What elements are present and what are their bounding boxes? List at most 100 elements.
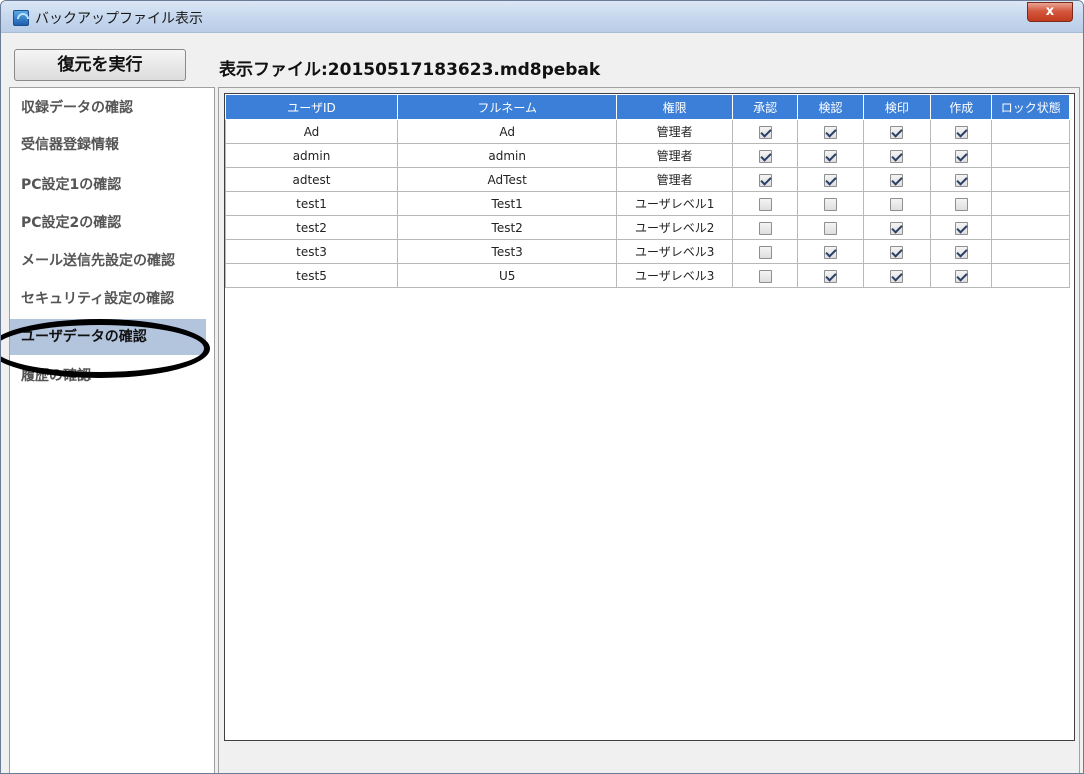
- approve-cell: [731, 215, 799, 240]
- sidebar-item-recorded-data[interactable]: 収録データの確認: [10, 90, 206, 126]
- seal-checkbox[interactable]: [890, 221, 904, 235]
- seal-checkbox[interactable]: [890, 245, 904, 259]
- cell-role: 管理者: [616, 143, 733, 168]
- seal-cell: [862, 239, 932, 264]
- sidebar: 収録データの確認 受信器登録情報 PC設定1の確認 PC設定2の確認 メール送信…: [9, 87, 215, 773]
- approve-checkbox[interactable]: [758, 197, 772, 211]
- sidebar-item-receiver-registration[interactable]: 受信器登録情報: [10, 127, 206, 163]
- column-header-approve[interactable]: 承認: [731, 94, 799, 120]
- cell-full-name: U5: [397, 263, 618, 288]
- create-cell: [930, 239, 993, 264]
- cell-user-id: test1: [224, 191, 399, 216]
- user-table: ユーザID フルネーム 権限 承認 検認 検印 作成 ロック状態 Ad Ad 管理者…: [224, 94, 1070, 288]
- cell-lock-status: [991, 119, 1070, 144]
- approve-checkbox[interactable]: [758, 149, 772, 163]
- column-header-user-id[interactable]: ユーザID: [224, 94, 399, 120]
- column-header-seal[interactable]: 検印: [862, 94, 932, 120]
- approve-checkbox[interactable]: [758, 269, 772, 283]
- sidebar-item-pc-settings-1[interactable]: PC設定1の確認: [10, 167, 206, 203]
- create-cell: [930, 215, 993, 240]
- cell-full-name: Test3: [397, 239, 618, 264]
- approve-cell: [731, 143, 799, 168]
- table-row[interactable]: admin admin 管理者: [224, 143, 1070, 168]
- column-header-create[interactable]: 作成: [930, 94, 993, 120]
- table-row[interactable]: test3 Test3 ユーザレベル3: [224, 239, 1070, 264]
- approve-cell: [731, 239, 799, 264]
- create-cell: [930, 191, 993, 216]
- verify-checkbox[interactable]: [824, 149, 838, 163]
- cell-full-name: Ad: [397, 119, 618, 144]
- sidebar-item-user-data[interactable]: ユーザデータの確認: [10, 319, 206, 355]
- column-header-full-name[interactable]: フルネーム: [397, 94, 618, 120]
- verify-cell: [797, 167, 864, 192]
- sidebar-item-mail-recipients[interactable]: メール送信先設定の確認: [10, 243, 206, 279]
- verify-cell: [797, 215, 864, 240]
- verify-checkbox[interactable]: [824, 173, 838, 187]
- create-checkbox[interactable]: [954, 221, 968, 235]
- create-checkbox[interactable]: [954, 269, 968, 283]
- create-checkbox[interactable]: [954, 197, 968, 211]
- cell-full-name: Test2: [397, 215, 618, 240]
- approve-cell: [731, 191, 799, 216]
- verify-cell: [797, 239, 864, 264]
- create-checkbox[interactable]: [954, 173, 968, 187]
- table-row[interactable]: test1 Test1 ユーザレベル1: [224, 191, 1070, 216]
- sidebar-item-history[interactable]: 履歴の確認: [10, 358, 206, 394]
- cell-lock-status: [991, 239, 1070, 264]
- table-row[interactable]: Ad Ad 管理者: [224, 119, 1070, 144]
- create-cell: [930, 143, 993, 168]
- cell-user-id: test3: [224, 239, 399, 264]
- create-checkbox[interactable]: [954, 245, 968, 259]
- cell-full-name: admin: [397, 143, 618, 168]
- cell-full-name: Test1: [397, 191, 618, 216]
- cell-lock-status: [991, 167, 1070, 192]
- window-title: バックアップファイル表示: [35, 11, 203, 27]
- cell-role: ユーザレベル3: [616, 239, 733, 264]
- table-row[interactable]: test5 U5 ユーザレベル3: [224, 263, 1070, 288]
- seal-cell: [862, 143, 932, 168]
- approve-cell: [731, 119, 799, 144]
- cell-role: ユーザレベル3: [616, 263, 733, 288]
- approve-checkbox[interactable]: [758, 245, 772, 259]
- column-header-role[interactable]: 権限: [616, 94, 733, 120]
- create-checkbox[interactable]: [954, 125, 968, 139]
- approve-cell: [731, 167, 799, 192]
- app-icon: [13, 10, 29, 26]
- create-checkbox[interactable]: [954, 149, 968, 163]
- seal-checkbox[interactable]: [890, 269, 904, 283]
- cell-role: 管理者: [616, 119, 733, 144]
- seal-checkbox[interactable]: [890, 197, 904, 211]
- verify-checkbox[interactable]: [824, 221, 838, 235]
- verify-checkbox[interactable]: [824, 125, 838, 139]
- approve-checkbox[interactable]: [758, 173, 772, 187]
- backup-viewer-window: バックアップファイル表示 x 復元を実行 表示ファイル:201505171836…: [0, 0, 1084, 774]
- sidebar-item-security-settings[interactable]: セキュリティ設定の確認: [10, 281, 206, 317]
- seal-checkbox[interactable]: [890, 125, 904, 139]
- display-file-label: 表示ファイル:20150517183623.md8pebak: [219, 60, 601, 80]
- seal-cell: [862, 119, 932, 144]
- verify-checkbox[interactable]: [824, 269, 838, 283]
- seal-cell: [862, 215, 932, 240]
- column-header-lock-status[interactable]: ロック状態: [991, 94, 1070, 120]
- seal-cell: [862, 191, 932, 216]
- approve-checkbox[interactable]: [758, 221, 772, 235]
- title-bar[interactable]: バックアップファイル表示 x: [1, 1, 1083, 33]
- cell-lock-status: [991, 263, 1070, 288]
- table-row[interactable]: test2 Test2 ユーザレベル2: [224, 215, 1070, 240]
- seal-checkbox[interactable]: [890, 149, 904, 163]
- user-data-grid[interactable]: ユーザID フルネーム 権限 承認 検認 検印 作成 ロック状態 Ad Ad 管理者…: [224, 93, 1075, 741]
- cell-user-id: test2: [224, 215, 399, 240]
- verify-checkbox[interactable]: [824, 245, 838, 259]
- restore-button[interactable]: 復元を実行: [14, 49, 186, 81]
- verify-checkbox[interactable]: [824, 197, 838, 211]
- cell-user-id: adtest: [224, 167, 399, 192]
- approve-checkbox[interactable]: [758, 125, 772, 139]
- column-header-verify[interactable]: 検認: [797, 94, 864, 120]
- cell-lock-status: [991, 191, 1070, 216]
- seal-checkbox[interactable]: [890, 173, 904, 187]
- table-row[interactable]: adtest AdTest 管理者: [224, 167, 1070, 192]
- create-cell: [930, 263, 993, 288]
- sidebar-item-pc-settings-2[interactable]: PC設定2の確認: [10, 205, 206, 241]
- cell-role: 管理者: [616, 167, 733, 192]
- close-button[interactable]: x: [1027, 2, 1073, 22]
